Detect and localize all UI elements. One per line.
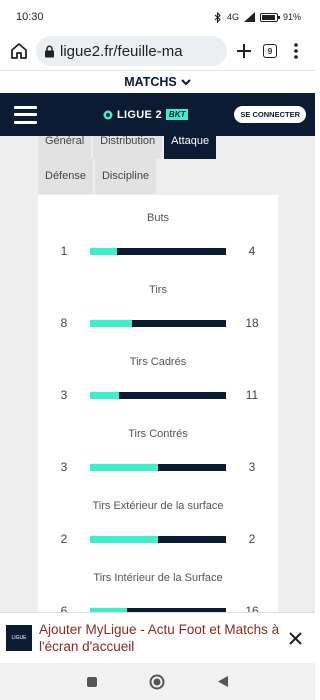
tab-distribution[interactable]: Distribution <box>93 136 163 159</box>
address-bar[interactable]: ligue2.fr/feuille-ma <box>36 36 227 66</box>
stat-bar <box>90 319 226 327</box>
stat-bar <box>90 535 226 543</box>
recents-icon[interactable] <box>86 676 98 688</box>
stat-bar-fill <box>90 391 119 399</box>
stat-bar-fill <box>90 463 158 471</box>
chevron-down-icon <box>181 78 191 85</box>
stat-label: Tirs Cadrés <box>129 356 187 368</box>
stat-bar-fill <box>90 535 158 543</box>
url-text: ligue2.fr/feuille-ma <box>60 42 183 60</box>
main-content: Général Distribution Attaque Défense Dis… <box>0 136 315 612</box>
plus-icon <box>237 44 251 58</box>
battery-icon <box>259 12 280 22</box>
stat-away-value: 11 <box>245 388 259 402</box>
battery-level: 91% <box>282 12 301 22</box>
menu-button[interactable] <box>283 38 309 64</box>
stat-home-value: 8 <box>60 316 68 330</box>
logo-text: LIGUE 2 <box>117 108 162 121</box>
install-banner-text[interactable]: Ajouter MyLigue - Actu Foot et Matchs à … <box>39 621 285 655</box>
more-vertical-icon <box>294 43 298 59</box>
tab-attaque[interactable]: Attaque <box>164 136 217 159</box>
stat-bar <box>90 391 226 399</box>
stat-away-value: 18 <box>245 316 259 330</box>
status-icons: 4G 91% <box>214 11 301 23</box>
tab-discipline[interactable]: Discipline <box>94 158 157 194</box>
stat-label: Tirs Contrés <box>128 428 188 440</box>
browser-toolbar: ligue2.fr/feuille-ma 9 <box>0 34 315 68</box>
new-tab-button[interactable] <box>231 38 257 64</box>
tab-defense[interactable]: Défense <box>38 158 93 194</box>
stat-home-value: 3 <box>60 388 68 402</box>
tabs-button[interactable]: 9 <box>257 38 283 64</box>
stat-tirs: Tirs 8 18 <box>38 284 278 330</box>
stat-bar <box>90 463 226 471</box>
stat-away-value: 4 <box>248 244 256 258</box>
stats-card: Buts 1 4 Tirs 8 18 Tirs Cadrés 3 11 Tirs… <box>38 195 278 612</box>
site-header: LIGUE 2 BKT SE CONNECTER <box>0 93 315 136</box>
signal-icon <box>243 12 255 22</box>
ligue2-logo[interactable]: LIGUE 2 BKT <box>57 109 234 121</box>
stat-away-value: 3 <box>248 460 256 474</box>
stat-tirs-contres: Tirs Contrés 3 3 <box>38 428 278 474</box>
home-nav-icon[interactable] <box>149 674 165 690</box>
stat-bar-fill <box>90 319 133 327</box>
stat-away-value: 16 <box>245 604 259 612</box>
stat-away-value: 2 <box>248 532 256 546</box>
stat-tirs-exterieur: Tirs Extérieur de la surface 2 2 <box>38 500 278 546</box>
back-icon[interactable] <box>217 675 229 688</box>
close-icon[interactable] <box>285 628 305 648</box>
stat-label: Tirs Extérieur de la surface <box>92 500 224 512</box>
network-type: 4G <box>226 12 239 22</box>
stat-tirs-cadres: Tirs Cadrés 3 11 <box>38 356 278 402</box>
stat-home-value: 6 <box>60 604 68 612</box>
stat-buts: Buts 1 4 <box>38 212 278 258</box>
tab-general[interactable]: Général <box>38 136 92 159</box>
stat-label: Buts <box>146 212 169 224</box>
stat-label: Tirs Intérieur de la Surface <box>93 572 223 584</box>
lock-icon <box>45 45 54 57</box>
tab-count: 9 <box>263 44 277 58</box>
matchs-label: MATCHS <box>124 75 177 89</box>
app-icon-text: LIGUE <box>11 635 27 641</box>
status-time: 10:30 <box>16 11 44 23</box>
stat-tirs-interieur: Tirs Intérieur de la Surface 6 16 <box>38 572 278 612</box>
matchs-dropdown[interactable]: MATCHS <box>0 70 315 93</box>
stat-home-value: 2 <box>60 532 68 546</box>
stat-bar-fill <box>90 247 118 255</box>
stats-tabs-row-1: Général Distribution Attaque <box>38 136 217 159</box>
hamburger-menu-icon[interactable] <box>14 105 37 124</box>
home-button[interactable] <box>6 38 32 64</box>
app-icon: LIGUE <box>6 625 32 651</box>
stat-home-value: 1 <box>60 244 68 258</box>
install-app-banner[interactable]: LIGUE Ajouter MyLigue - Actu Foot et Mat… <box>0 612 315 663</box>
stats-tabs-row-2: Défense Discipline <box>38 158 157 194</box>
logo-ball-icon <box>103 110 113 119</box>
stat-home-value: 3 <box>60 460 68 474</box>
logo-badge: BKT <box>165 109 189 120</box>
status-bar: 10:30 4G 91% <box>0 0 315 34</box>
system-nav-bar <box>0 663 315 700</box>
home-icon <box>11 43 27 59</box>
stat-bar <box>90 247 226 255</box>
login-button[interactable]: SE CONNECTER <box>234 106 306 123</box>
bluetooth-icon <box>214 11 221 23</box>
stat-label: Tirs <box>149 284 167 296</box>
